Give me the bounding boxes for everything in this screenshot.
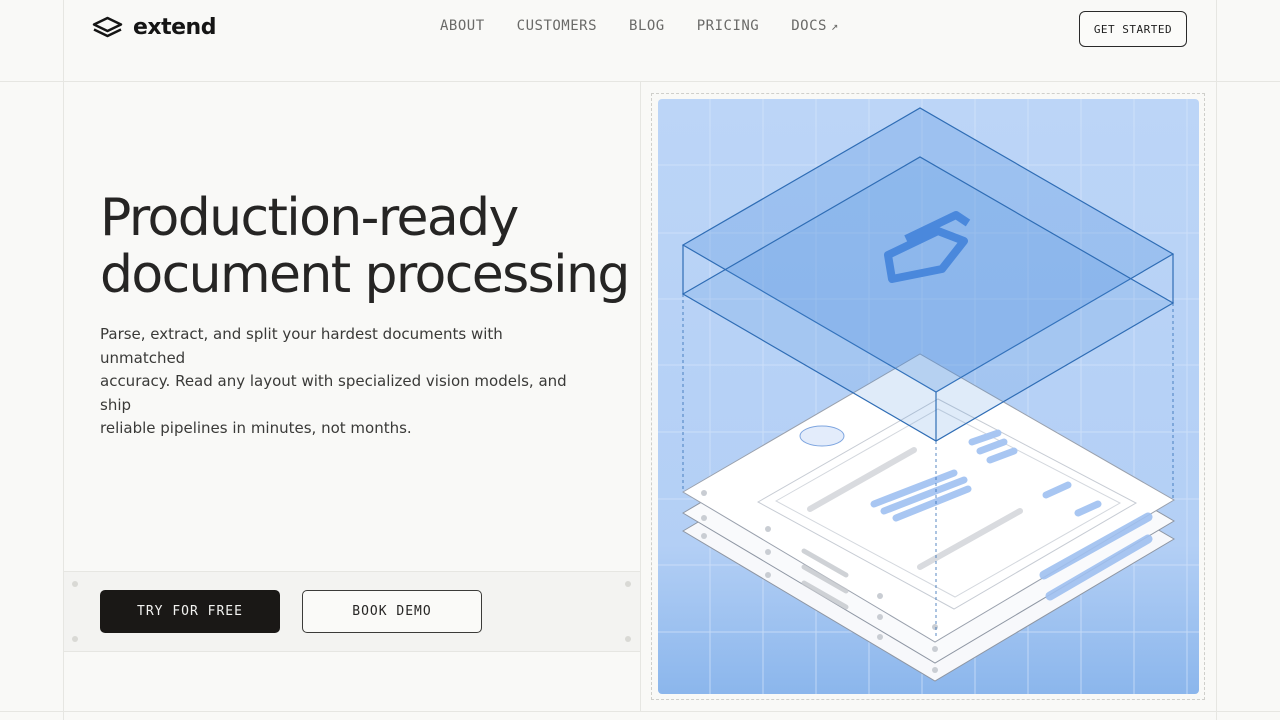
book-demo-button[interactable]: BOOK DEMO (302, 590, 482, 633)
hero-subtitle-line: reliable pipelines in minutes, not month… (100, 419, 412, 437)
nav-item-customers[interactable]: CUSTOMERS (517, 18, 597, 34)
decor-dot (72, 636, 78, 642)
nav-item-about[interactable]: ABOUT (440, 18, 485, 34)
nav-item-blog[interactable]: BLOG (629, 18, 665, 34)
hero-title: Production-ready document processing (100, 190, 640, 304)
hero-subtitle-line: Parse, extract, and split your hardest d… (100, 325, 503, 367)
brand-logo[interactable]: extend (92, 15, 216, 40)
decor-dot (625, 581, 631, 587)
try-for-free-button[interactable]: TRY FOR FREE (100, 590, 280, 633)
external-arrow-icon: ↗ (830, 19, 839, 33)
document-stack-illustration (658, 99, 1199, 694)
layers-logo-icon (92, 16, 123, 37)
grid-line (0, 711, 1280, 712)
main-nav: ABOUT CUSTOMERS BLOG PRICING DOCS ↗ (440, 18, 839, 34)
nav-item-docs-label: DOCS (791, 18, 827, 34)
site-header: extend ABOUT CUSTOMERS BLOG PRICING DOCS… (0, 0, 1280, 56)
grid-line (640, 81, 641, 711)
nav-item-docs[interactable]: DOCS ↗ (791, 18, 838, 34)
decor-dot (72, 581, 78, 587)
illustration-svg (658, 99, 1199, 694)
nav-item-pricing[interactable]: PRICING (697, 18, 760, 34)
hero-title-line: Production-ready (100, 188, 519, 248)
hero-title-line: document processing (100, 245, 630, 305)
get-started-button[interactable]: GET STARTED (1079, 11, 1187, 47)
hero-subtitle: Parse, extract, and split your hardest d… (100, 323, 590, 441)
brand-name: extend (133, 15, 216, 40)
hero-subtitle-line: accuracy. Read any layout with specializ… (100, 372, 567, 414)
grid-line (1216, 0, 1217, 720)
decor-dot (625, 636, 631, 642)
